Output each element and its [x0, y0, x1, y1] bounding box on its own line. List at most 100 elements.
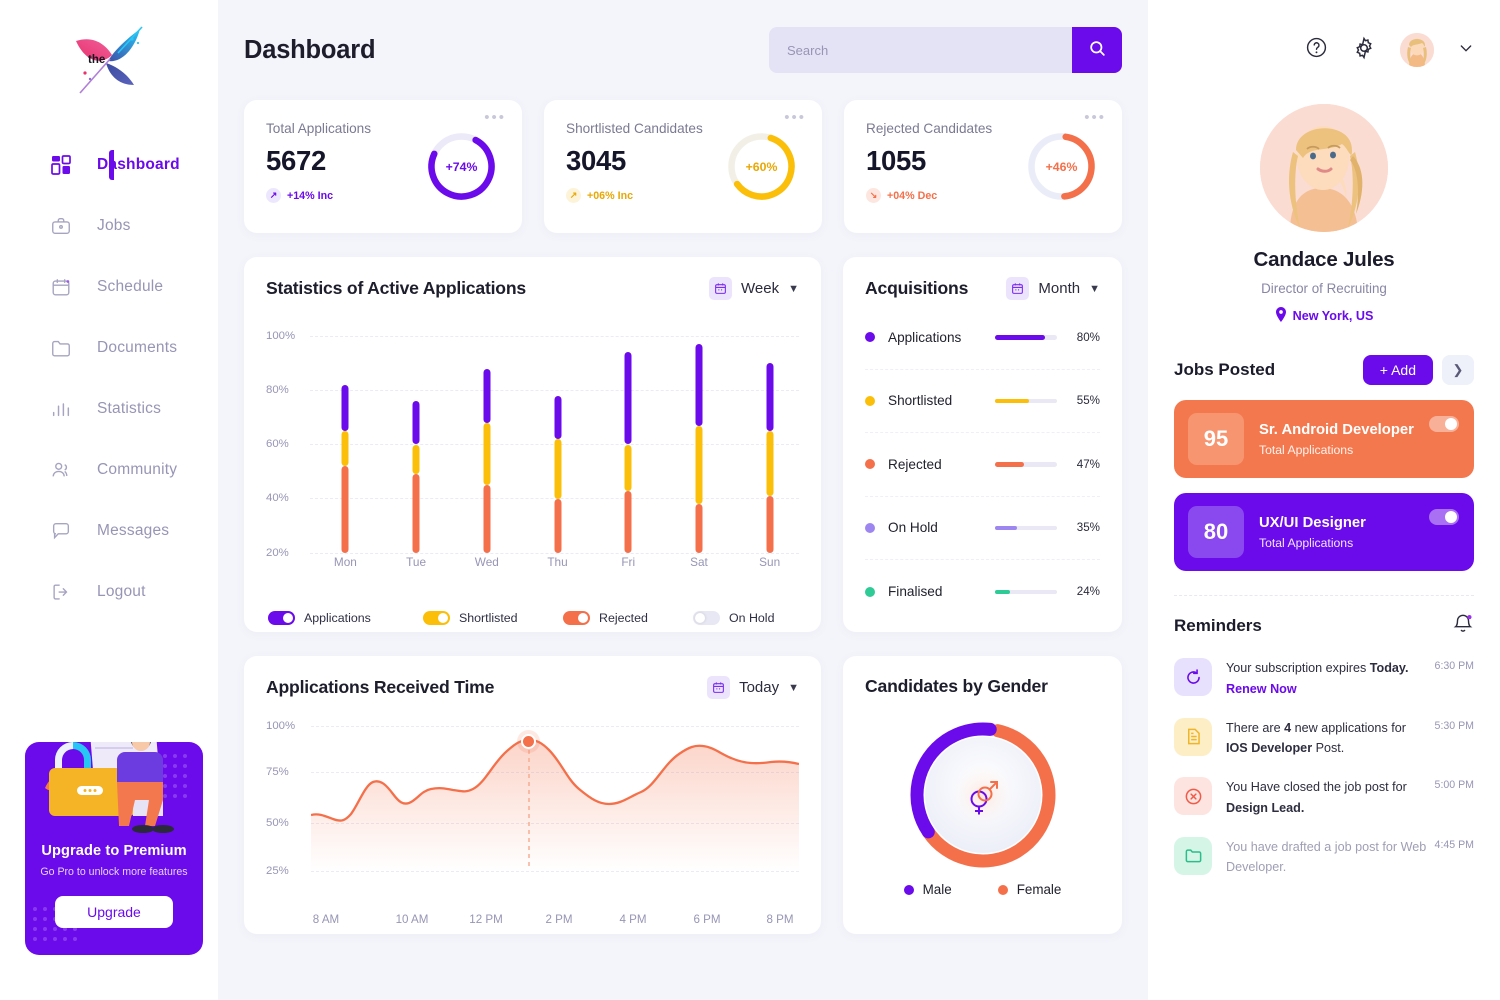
profile-dropdown-button[interactable] [1458, 40, 1474, 61]
toggle-switch[interactable] [268, 611, 295, 625]
job-info: UX/UI DesignerTotal Applications [1259, 515, 1366, 550]
legend-label: On Hold [729, 611, 774, 625]
panel-title: Candidates by Gender [865, 676, 1048, 697]
x-tick-label: 8 PM [766, 913, 793, 926]
job-active-toggle[interactable] [1429, 509, 1459, 525]
reminder-text: Your subscription expires Today.Renew No… [1226, 658, 1429, 700]
legend-toggle-applications[interactable]: Applications [268, 611, 423, 625]
sidebar-item-dashboard[interactable]: Dashboard [0, 134, 218, 195]
sidebar-item-messages[interactable]: Messages [0, 500, 218, 561]
acquisitions-panel: Acquisitions Month ▼ Applications80%Shor… [843, 257, 1122, 632]
avatar[interactable] [1400, 33, 1434, 67]
legend-toggle-on-hold[interactable]: On Hold [693, 611, 774, 625]
period-selector-today[interactable]: Today ▼ [707, 676, 799, 699]
settings-button[interactable] [1352, 36, 1376, 65]
search-bar [769, 27, 1122, 73]
bar-segment-rejected [766, 496, 773, 553]
bar-segment-rejected [625, 491, 632, 553]
job-card[interactable]: 80UX/UI DesignerTotal Applications [1174, 493, 1474, 571]
search-input[interactable] [769, 27, 1072, 73]
chart-legend: Applications Shortlisted Rejected On Hol… [244, 611, 821, 645]
bar-column: Tue [381, 316, 452, 611]
bar-column: Wed [451, 316, 522, 611]
toggle-switch[interactable] [423, 611, 450, 625]
bar-segment-shortlisted [695, 426, 702, 505]
bar-segment-applications [766, 363, 773, 431]
period-selector-week[interactable]: Week ▼ [709, 277, 799, 300]
legend-item-female[interactable]: Female [998, 882, 1062, 897]
job-subtitle: Total Applications [1259, 536, 1366, 550]
progress-track [995, 335, 1057, 340]
add-job-button[interactable]: + Add [1363, 355, 1433, 385]
help-button[interactable] [1305, 36, 1328, 64]
acquisition-label: Rejected [888, 457, 984, 472]
chevron-down-icon: ▼ [788, 283, 799, 295]
sidebar-item-schedule[interactable]: Schedule [0, 256, 218, 317]
card-menu-button[interactable]: ••• [484, 114, 506, 122]
job-info: Sr. Android DeveloperTotal Applications [1259, 422, 1414, 457]
acquisition-label: On Hold [888, 520, 984, 535]
sidebar-item-jobs[interactable]: Jobs [0, 195, 218, 256]
series-dot [865, 332, 875, 342]
toggle-switch[interactable] [693, 611, 720, 625]
data-point-highlight[interactable] [521, 734, 536, 749]
legend-label: Applications [304, 611, 371, 625]
card-menu-button[interactable]: ••• [784, 114, 806, 122]
job-active-toggle[interactable] [1429, 416, 1459, 432]
toggle-switch[interactable] [563, 611, 590, 625]
progress-fill [995, 399, 1029, 404]
upgrade-button[interactable]: Upgrade [55, 896, 173, 928]
sidebar-item-documents[interactable]: Documents [0, 317, 218, 378]
sidebar: the Dashboard Jobs [0, 0, 218, 1000]
app-logo[interactable]: the [0, 0, 218, 122]
series-dot [865, 396, 875, 406]
panel-header: Statistics of Active Applications Week ▼ [244, 257, 821, 300]
legend-toggle-shortlisted[interactable]: Shortlisted [423, 611, 563, 625]
reminder-item[interactable]: You have drafted a job post for Web Deve… [1174, 837, 1474, 879]
legend-toggle-rejected[interactable]: Rejected [563, 611, 693, 625]
reminder-item[interactable]: You Have closed the job post for Design … [1174, 777, 1474, 819]
promo-title: Upgrade to Premium [25, 843, 203, 859]
upgrade-promo-card[interactable]: Upgrade to Premium Go Pro to unlock more… [25, 742, 203, 955]
job-card[interactable]: 95Sr. Android DeveloperTotal Application… [1174, 400, 1474, 478]
reminder-action-link[interactable]: Renew Now [1226, 682, 1297, 696]
sidebar-item-statistics[interactable]: Statistics [0, 378, 218, 439]
jobs-posted-title: Jobs Posted [1174, 360, 1275, 380]
dashboard-app: the Dashboard Jobs [0, 0, 1500, 1000]
chevron-down-icon: ▼ [788, 682, 799, 694]
panel-title: Applications Received Time [266, 677, 494, 698]
reminder-timestamp: 5:30 PM [1435, 718, 1474, 732]
page-title: Dashboard [244, 36, 375, 65]
reminder-item[interactable]: Your subscription expires Today.Renew No… [1174, 658, 1474, 700]
period-selector-month[interactable]: Month ▼ [1006, 277, 1100, 300]
bar-column: Fri [593, 316, 664, 611]
bar-column: Mon [310, 316, 381, 611]
acquisition-value: 55% [1068, 394, 1100, 407]
chat-bubble-icon [48, 518, 74, 544]
progress-ring: +46% [1025, 130, 1098, 203]
grid-icon [48, 152, 74, 178]
x-tick-label: Sun [759, 555, 780, 569]
panel-title: Acquisitions [865, 278, 968, 299]
search-button[interactable] [1072, 27, 1122, 73]
notifications-button[interactable] [1452, 612, 1474, 640]
profile-name: Candace Jules [1174, 248, 1474, 272]
sidebar-item-label: Messages [97, 522, 169, 540]
y-tick-label: 80% [266, 384, 289, 396]
sidebar-item-community[interactable]: Community [0, 439, 218, 500]
profile-location-label: New York, US [1293, 309, 1374, 323]
progress-track [995, 590, 1057, 595]
bar-segment-rejected [695, 504, 702, 553]
period-label: Today [739, 679, 779, 696]
card-menu-button[interactable]: ••• [1084, 114, 1106, 122]
bar-segment-shortlisted [413, 445, 420, 475]
next-jobs-button[interactable]: ❯ [1442, 355, 1474, 385]
profile-role: Director of Recruiting [1174, 281, 1474, 296]
sidebar-item-label: Logout [97, 583, 146, 601]
reminder-item[interactable]: There are 4 new applications for IOS Dev… [1174, 718, 1474, 760]
panel-header: Acquisitions Month ▼ [843, 257, 1122, 300]
sidebar-item-logout[interactable]: Logout [0, 561, 218, 622]
acquisition-label: Finalised [888, 584, 984, 599]
briefcase-icon [48, 213, 74, 239]
legend-item-male[interactable]: Male [904, 882, 952, 897]
